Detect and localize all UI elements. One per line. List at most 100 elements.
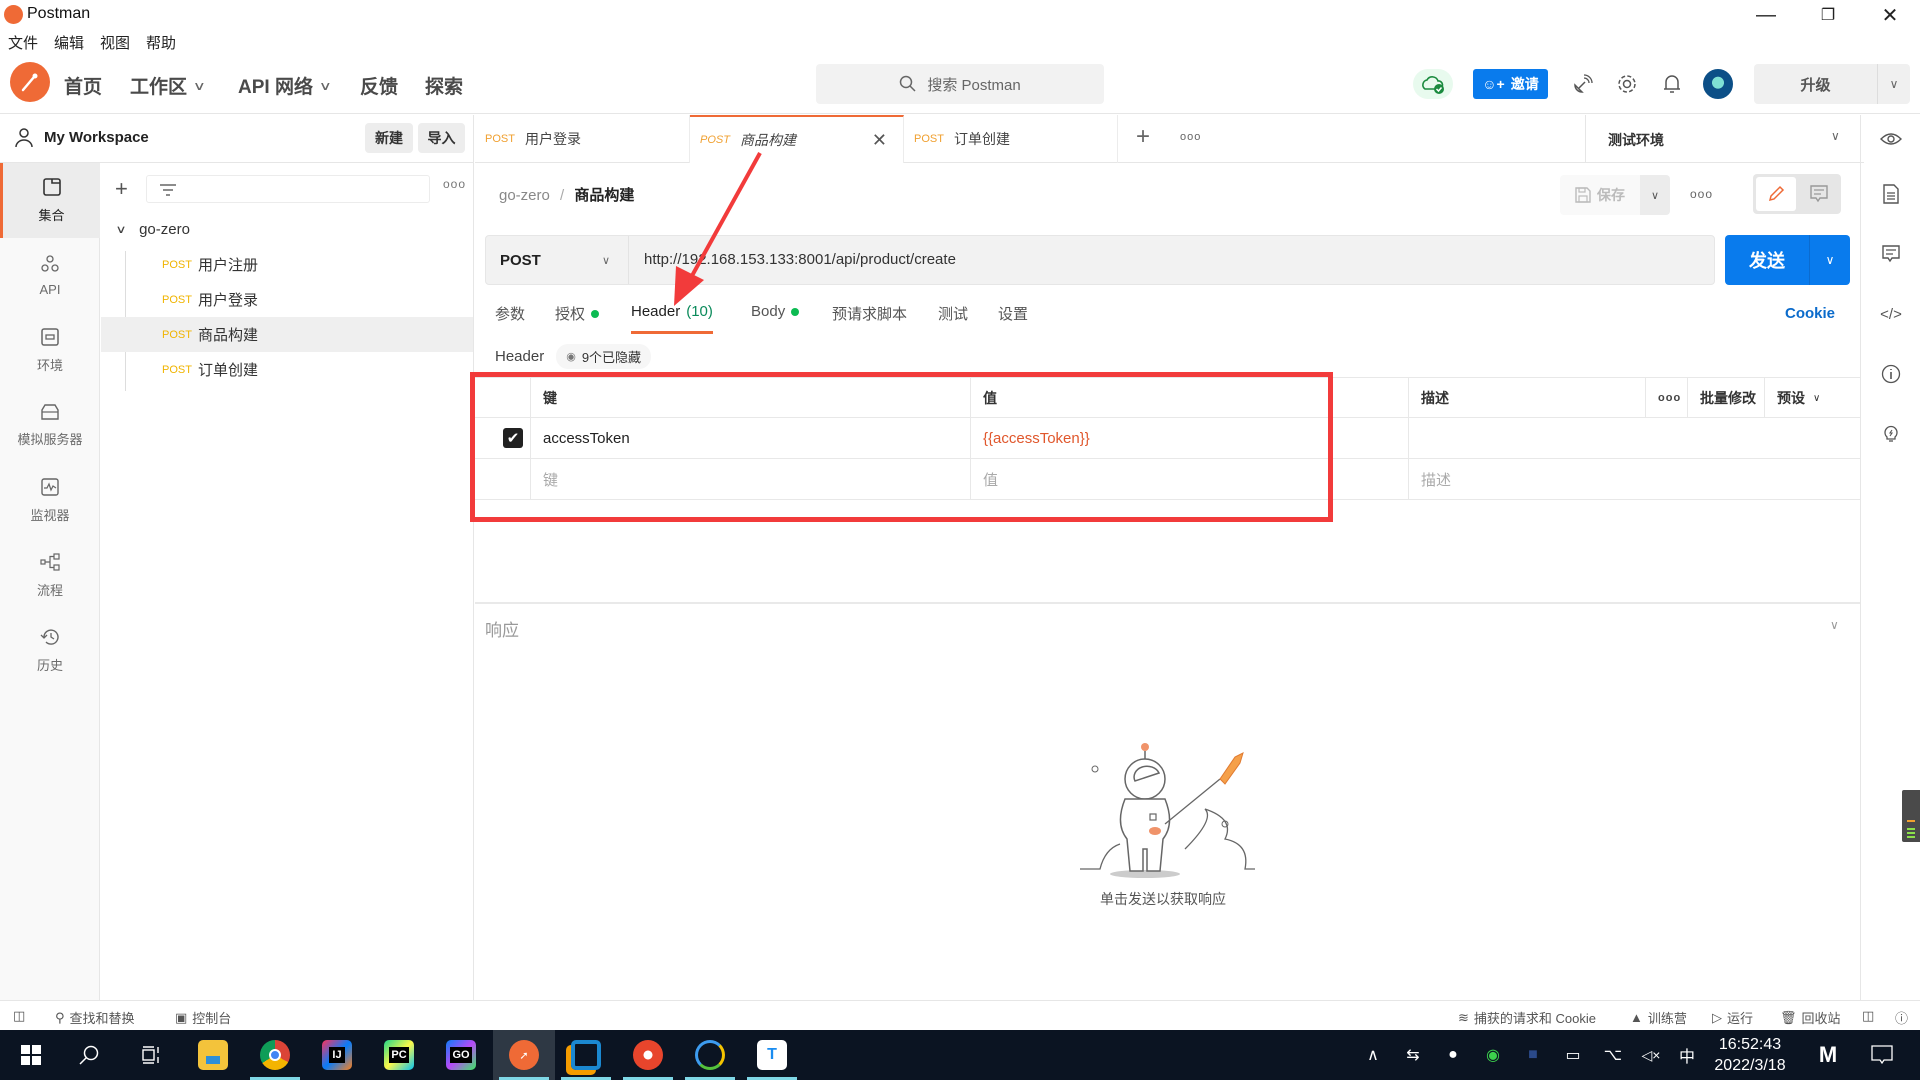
search-input[interactable]: 搜索 Postman	[816, 64, 1104, 104]
eye-icon[interactable]	[1877, 125, 1905, 153]
tray-settings-icon[interactable]: ⇆	[1398, 1030, 1428, 1080]
satellite-icon[interactable]	[1568, 70, 1596, 98]
postman-logo-icon[interactable]	[10, 62, 50, 102]
import-button[interactable]: 导入	[418, 123, 465, 153]
sidebar-item-history[interactable]: 历史	[0, 613, 100, 688]
invite-button[interactable]: ☺+ 邀请	[1473, 69, 1548, 99]
sidebar-item-collections[interactable]: 集合	[0, 163, 100, 238]
header-description[interactable]	[1408, 418, 1860, 458]
start-button[interactable]	[0, 1030, 62, 1080]
nav-home[interactable]: 首页	[64, 72, 102, 99]
request-item-active[interactable]: POST 商品构建	[101, 317, 473, 352]
avatar[interactable]	[1703, 69, 1733, 99]
tab-settings[interactable]: 设置	[998, 303, 1028, 324]
chevron-down-icon[interactable]: ∨	[1810, 235, 1850, 285]
sidebar-item-flows[interactable]: 流程	[0, 538, 100, 613]
bulk-edit-button[interactable]: 批量修改	[1687, 378, 1764, 418]
tab-pre-request-script[interactable]: 预请求脚本	[832, 303, 907, 324]
nav-api-network[interactable]: API 网络 ∨	[238, 72, 332, 99]
tray-wechat-icon[interactable]: ◉	[1478, 1030, 1508, 1080]
taskbar-pycharm[interactable]: PC	[368, 1030, 430, 1080]
taskbar-chrome[interactable]	[244, 1030, 306, 1080]
close-tab-icon[interactable]: ✕	[872, 130, 887, 151]
more-tabs-icon[interactable]: ooo	[1180, 131, 1201, 143]
sidebar-item-monitors[interactable]: 监视器	[0, 463, 100, 538]
sidebar-item-mock-servers[interactable]: 模拟服务器	[0, 388, 100, 463]
sidebar-item-api[interactable]: API	[0, 238, 100, 313]
taskbar-swirl-app[interactable]	[617, 1030, 679, 1080]
save-button[interactable]: 保存 ∨	[1560, 175, 1670, 215]
nav-explore[interactable]: 探索	[425, 72, 463, 99]
request-item[interactable]: POST 订单创建	[101, 352, 473, 387]
help-icon[interactable]: ⓘ	[1895, 1008, 1908, 1027]
trash-button[interactable]: 🗑 回收站	[1780, 1008, 1841, 1027]
edit-pencil-icon[interactable]	[1756, 177, 1796, 211]
toggle-sidebar-icon[interactable]: ◫	[13, 1008, 25, 1024]
environment-selector[interactable]: 测试环境 ∨	[1585, 115, 1864, 163]
menu-edit[interactable]: 编辑	[54, 32, 84, 53]
request-item[interactable]: POST 用户登录	[101, 282, 473, 317]
tab-authorization[interactable]: 授权	[555, 303, 600, 324]
task-view-icon[interactable]	[120, 1030, 182, 1080]
collection-go-zero[interactable]: ∨ go-zero	[115, 221, 190, 238]
nav-feedback[interactable]: 反馈	[360, 72, 398, 99]
tray-m-app-icon[interactable]: M	[1808, 1030, 1848, 1080]
more-options-icon[interactable]: ooo	[1645, 378, 1687, 418]
tab-params[interactable]: 参数	[495, 303, 525, 324]
taskbar-goland[interactable]: GO	[430, 1030, 492, 1080]
presets-dropdown[interactable]: 预设 ∨	[1764, 378, 1860, 418]
new-tab-button[interactable]: +	[1136, 123, 1150, 151]
notification-center-icon[interactable]	[1862, 1030, 1902, 1080]
filter-input[interactable]	[146, 175, 430, 203]
chevron-down-icon[interactable]: ∨	[1830, 618, 1839, 632]
capture-requests-button[interactable]: ≋ 捕获的请求和 Cookie	[1458, 1008, 1596, 1027]
tab-request[interactable]: POST 订单创建	[904, 115, 1118, 163]
new-description-input[interactable]: 描述	[1408, 459, 1860, 499]
chevron-down-icon[interactable]: ∨	[1878, 64, 1910, 104]
minimize-button[interactable]: —	[1738, 0, 1794, 30]
taskbar-todesk[interactable]: T	[741, 1030, 803, 1080]
clock[interactable]: 16:52:43 2022/3/18	[1700, 1034, 1800, 1076]
breadcrumb-collection[interactable]: go-zero	[499, 187, 550, 204]
comments-icon[interactable]	[1799, 177, 1839, 211]
method-select[interactable]: POST ∨	[486, 236, 629, 284]
info-icon[interactable]	[1877, 360, 1905, 388]
documentation-icon[interactable]	[1877, 180, 1905, 208]
new-button[interactable]: 新建	[365, 123, 413, 153]
ime-indicator[interactable]: 中	[1672, 1030, 1702, 1080]
sidebar-item-environments[interactable]: 环境	[0, 313, 100, 388]
search-icon[interactable]	[58, 1030, 120, 1080]
menu-file[interactable]: 文件	[8, 32, 38, 53]
taskbar-virtualbox[interactable]	[555, 1030, 617, 1080]
taskbar-postman[interactable]: ➚	[493, 1030, 555, 1080]
chevron-down-icon[interactable]: ∨	[1640, 175, 1670, 215]
code-icon[interactable]: </>	[1877, 300, 1905, 328]
wifi-icon[interactable]: ⌥	[1598, 1030, 1628, 1080]
two-pane-view-icon[interactable]: ◫	[1862, 1008, 1874, 1024]
lightbulb-icon[interactable]	[1877, 420, 1905, 448]
hidden-headers-toggle[interactable]: ◉ 9个已隐藏	[556, 344, 652, 369]
volume-muted-icon[interactable]: ◁×	[1636, 1030, 1666, 1080]
runner-button[interactable]: ▷ 运行	[1712, 1008, 1753, 1027]
cookies-link[interactable]: Cookie	[1785, 305, 1835, 322]
restore-button[interactable]: ❐	[1800, 0, 1856, 30]
send-button[interactable]: 发送 ∨	[1725, 235, 1850, 285]
nav-workspaces[interactable]: 工作区 ∨	[130, 72, 206, 99]
request-item[interactable]: POST 用户注册	[101, 247, 473, 282]
upgrade-button[interactable]: 升级 ∨	[1754, 64, 1910, 104]
find-replace-button[interactable]: ⚲ 查找和替换	[55, 1008, 135, 1027]
comments-icon[interactable]	[1877, 240, 1905, 268]
taskbar-file-explorer[interactable]	[182, 1030, 244, 1080]
menu-view[interactable]: 视图	[100, 32, 130, 53]
settings-icon[interactable]	[1613, 70, 1641, 98]
battery-icon[interactable]: ▭	[1558, 1030, 1588, 1080]
console-button[interactable]: ▣ 控制台	[175, 1008, 231, 1027]
add-collection-button[interactable]: +	[115, 176, 128, 202]
sync-status-icon[interactable]	[1413, 69, 1453, 99]
tab-request[interactable]: POST 用户登录	[475, 115, 690, 163]
menu-help[interactable]: 帮助	[146, 32, 176, 53]
more-options-icon[interactable]: ooo	[1690, 187, 1713, 201]
tab-tests[interactable]: 测试	[938, 303, 968, 324]
tray-overflow-icon[interactable]: ∧	[1358, 1030, 1388, 1080]
more-options-icon[interactable]: ooo	[443, 177, 466, 191]
